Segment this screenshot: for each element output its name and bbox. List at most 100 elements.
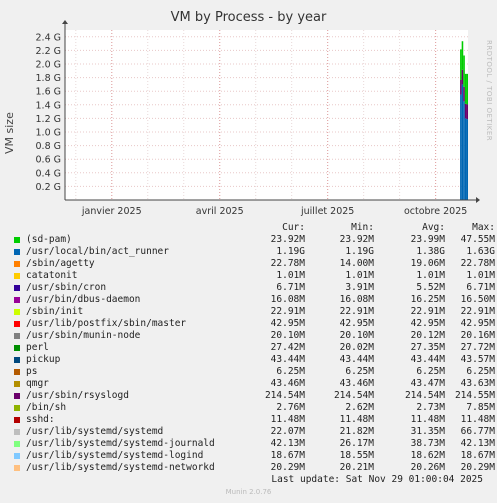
legend-name: (sd-pam) [26,234,72,245]
y-axis-arrow [62,20,68,24]
legend-min: 11.48M [339,414,374,425]
legend-name: ps [26,366,38,377]
legend-max: 20.16M [460,330,495,341]
legend-cur: 22.78M [270,258,305,269]
legend-row: /usr/bin/dbus-daemon 16.08M 16.08M 16.25M 16… [12,294,495,306]
legend-name: /usr/lib/systemd/systemd-logind [26,450,204,461]
legend-swatch [14,381,20,387]
legend-name: /sbin/init [26,306,84,317]
legend-row: (sd-pam) 23.92M 23.92M 23.99M 47.55M [12,234,495,246]
legend-min: 21.82M [339,426,374,437]
legend-min: 43.44M [339,354,374,365]
legend-name: /usr/bin/dbus-daemon [26,294,141,305]
legend-min: 14.00M [339,258,374,269]
legend-cur: 20.10M [270,330,305,341]
legend-row: /usr/lib/postfix/sbin/master 42.95M 42.95M… [12,318,495,330]
legend-swatch [14,333,20,339]
legend-max: 1.01M [466,270,495,281]
data-bar [466,104,468,120]
legend-cur: 11.48M [270,414,305,425]
data-bar [464,118,467,200]
legend-min: 1.01M [345,270,374,281]
legend-cur: 2.76M [276,402,305,413]
legend-max: 7.85M [466,402,495,413]
x-tick-label: janvier 2025 [81,206,142,217]
legend-swatch [14,405,20,411]
legend-swatch [14,261,20,267]
legend-swatch [14,297,20,303]
legend-min: 16.08M [339,294,374,305]
legend-min: 20.21M [339,462,374,473]
legend-cur: 43.46M [270,378,305,389]
legend-swatch [14,345,20,351]
legend-swatch [14,417,20,423]
legend-name: /usr/lib/systemd/systemd-networkd [26,462,215,473]
legend-header-max: Max: [472,222,495,233]
legend-swatch [14,429,20,435]
legend-name: qmgr [26,378,49,389]
legend-name: /usr/sbin/munin-node [26,330,141,341]
legend-name: /usr/lib/postfix/sbin/master [26,318,187,329]
y-tick-label: 0.8 G [36,141,62,152]
legend-row: pickup 43.44M 43.44M 43.44M 43.57M [12,354,495,366]
legend-swatch [14,309,20,315]
legend-swatch [14,285,20,291]
last-update: Last update: Sat Nov 29 01:00:04 2025 [271,474,483,485]
legend-name: /sbin/agetty [26,258,95,269]
legend-row: /usr/lib/systemd/systemd-journald 42.13M 2… [12,438,495,450]
legend-max: 42.95M [460,318,495,329]
data-bar [464,103,467,119]
legend-max: 27.72M [460,342,495,353]
legend-cur: 20.29M [270,462,305,473]
legend-min: 20.02M [339,342,374,353]
legend-row: /usr/local/bin/act_runner 1.19G 1.19G 1.38G… [12,246,495,258]
legend-name: /bin/sh [26,402,67,413]
y-tick-label: 1.8 G [36,73,62,84]
y-tick-label: 1.0 G [36,128,62,139]
legend-max: 66.77M [460,426,495,437]
munin-graph: VM by Process - by year VM size RRDTOOL … [0,0,497,503]
legend-swatch [14,465,20,471]
legend-min: 6.25M [345,366,374,377]
legend-min: 43.46M [339,378,374,389]
legend-cur: 1.19G [276,246,305,257]
legend-max: 6.25M [466,366,495,377]
legend-swatch [14,369,20,375]
legend-max: 16.50M [460,294,495,305]
y-tick-label: 2.4 G [36,32,62,43]
y-tick-label: 1.4 G [36,100,62,111]
y-tick-label: 0.4 G [36,168,62,179]
legend-row: sshd: 11.48M 11.48M 11.48M 11.48M [12,414,495,426]
data-bar [461,69,464,85]
legend-cur: 1.01M [276,270,305,281]
legend-cur: 6.25M [276,366,305,377]
legend-max: 43.57M [460,354,495,365]
legend-swatch [14,453,20,459]
legend-name: /usr/lib/systemd/systemd-journald [26,438,215,449]
data-bar [463,55,465,87]
y-tick-label: 0.2 G [36,182,62,193]
legend-min: 42.95M [339,318,374,329]
legend-name: /usr/sbin/rsyslogd [26,390,129,401]
legend-cur: 6.71M [276,282,305,293]
legend-min: 23.92M [339,234,374,245]
legend-max: 42.13M [460,438,495,449]
legend-max: 214.55M [454,390,495,401]
legend-row: /usr/sbin/cron 6.71M 3.91M 5.52M 6.71M [12,282,495,294]
legend-row: /usr/sbin/rsyslogd 214.54M 214.54M 214.54M 2… [12,390,495,402]
legend-swatch [14,249,20,255]
legend-max: 43.63M [460,378,495,389]
data-bar [463,86,465,102]
legend-swatch [14,441,20,447]
legend-min: 3.91M [345,282,374,293]
legend-min: 26.17M [339,438,374,449]
legend-header: Cur: Min: Avg: Max: [12,222,495,234]
data-bar [464,73,467,104]
legend-swatch [14,357,20,363]
legend-cur: 22.91M [270,306,305,317]
legend-max: 22.91M [460,306,495,317]
data-bar [463,101,465,200]
legend-min: 2.62M [345,402,374,413]
data-bar [466,73,468,105]
x-tick-label: avril 2025 [196,206,244,217]
